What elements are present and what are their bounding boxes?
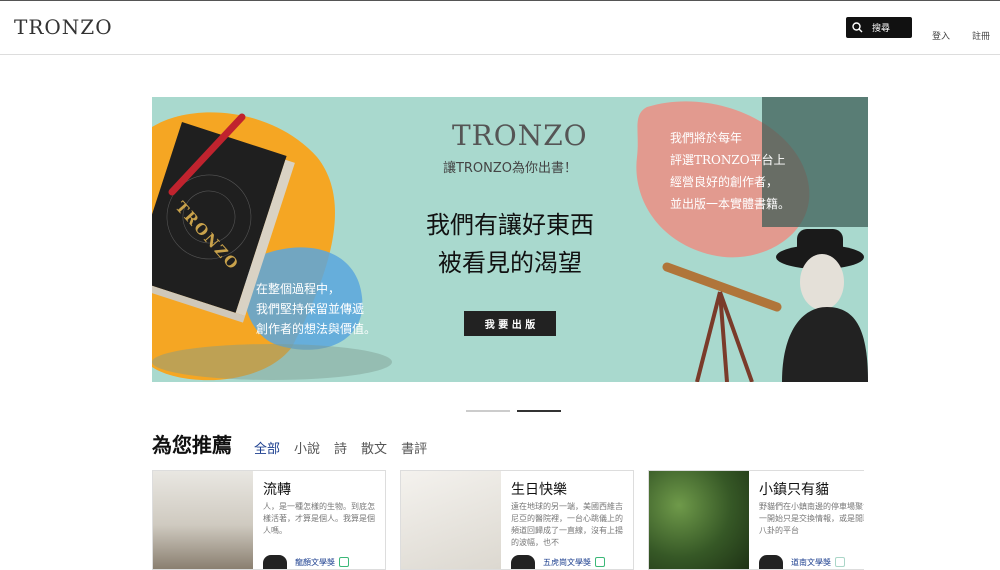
article-thumbnail	[153, 471, 253, 569]
category-tabs: 全部 小說 詩 散文 書評	[254, 438, 441, 457]
article-card[interactable]: 流轉 人，是一種怎樣的生物。到底怎樣活著，才算是個人。我算是個人嗎。 龍顏文學獎	[152, 470, 386, 570]
search-label: 搜尋	[872, 24, 891, 34]
banner-subtitle: 讓TRONZO為你出書！	[442, 161, 578, 176]
section-title: 為您推薦	[152, 433, 232, 457]
banner-logo: TRONZO	[452, 119, 588, 152]
article-title: 流轉	[263, 482, 291, 498]
banner-right-line-4: 並出版一本實體書籍。	[670, 197, 791, 211]
tab-poetry[interactable]: 詩	[334, 438, 347, 457]
author-name: 五虎崗文學獎	[543, 557, 591, 567]
tab-review[interactable]: 書評	[401, 438, 427, 457]
author-avatar	[511, 555, 535, 569]
banner-headline-line-2: 被看見的渴望	[438, 249, 582, 277]
article-title: 生日快樂	[511, 482, 567, 498]
article-thumbnail	[649, 471, 749, 569]
site-header: TRONZO 搜尋 登入 註冊	[0, 0, 1000, 55]
login-link[interactable]: 登入	[932, 29, 950, 42]
article-excerpt: 野貓們在小鎮南邊的停車場聚會一開始只是交換情報，或是閒聊八卦的平台	[759, 502, 864, 535]
author-name: 道南文學獎	[791, 557, 831, 567]
register-link[interactable]: 註冊	[972, 29, 990, 42]
publish-cta-button[interactable]: 我 要 出 版	[464, 311, 556, 336]
tab-prose[interactable]: 散文	[361, 438, 387, 457]
article-title: 小鎮只有貓	[759, 482, 829, 498]
banner-left-line-3: 創作者的想法與價值。	[256, 322, 377, 336]
search-icon	[846, 17, 868, 38]
article-excerpt: 遠在地球的另一端，美國西維吉尼亞的醫院裡，一台心跳儀上的頻道回歸成了一直線，沒有…	[511, 502, 623, 547]
search-button[interactable]: 搜尋	[846, 17, 912, 38]
article-author[interactable]: 道南文學獎	[759, 555, 845, 569]
author-avatar	[759, 555, 783, 569]
verified-badge-icon	[835, 557, 845, 567]
tab-novel[interactable]: 小說	[294, 438, 320, 457]
author-avatar	[263, 555, 287, 569]
article-author[interactable]: 五虎崗文學獎	[511, 555, 605, 569]
carousel-indicator-2[interactable]	[517, 410, 561, 412]
banner-left-line-1: 在整個過程中，	[256, 282, 341, 296]
hero-banner[interactable]: TRONZO 讓TRONZO為你出書！ 我們有讓好東西 被看見的渴望 我 要 出…	[152, 97, 868, 382]
article-author[interactable]: 龍顏文學獎	[263, 555, 349, 569]
article-card[interactable]: 生日快樂 遠在地球的另一端，美國西維吉尼亞的醫院裡，一台心跳儀上的頻道回歸成了一…	[400, 470, 634, 570]
banner-right-line-3: 經營良好的創作者，	[670, 175, 779, 189]
banner-right-text: 我們將於每年 評選TRONZO平台上 經營良好的創作者， 並出版一本實體書籍。	[670, 127, 790, 215]
author-name: 龍顏文學獎	[295, 557, 335, 567]
verified-badge-icon	[339, 557, 349, 567]
article-excerpt: 人，是一種怎樣的生物。到底怎樣活著，才算是個人。我算是個人嗎。	[263, 502, 375, 535]
banner-left-text: 在整個過程中， 我們堅持保留並傳遞 創作者的想法與價值。	[256, 279, 376, 339]
banner-headline-line-1: 我們有讓好東西	[426, 211, 594, 239]
tab-all[interactable]: 全部	[254, 438, 280, 457]
site-logo[interactable]: TRONZO	[14, 15, 113, 39]
banner-right-line-2: 評選TRONZO平台上	[670, 153, 786, 167]
article-thumbnail	[401, 471, 501, 569]
banner-left-line-2: 我們堅持保留並傳遞	[256, 302, 365, 316]
carousel-indicator-1[interactable]	[466, 410, 510, 412]
article-card[interactable]: 小鎮只有貓 野貓們在小鎮南邊的停車場聚會一開始只是交換情報，或是閒聊八卦的平台 …	[648, 470, 864, 570]
banner-right-line-1: 我們將於每年	[670, 131, 743, 145]
verified-badge-icon	[595, 557, 605, 567]
